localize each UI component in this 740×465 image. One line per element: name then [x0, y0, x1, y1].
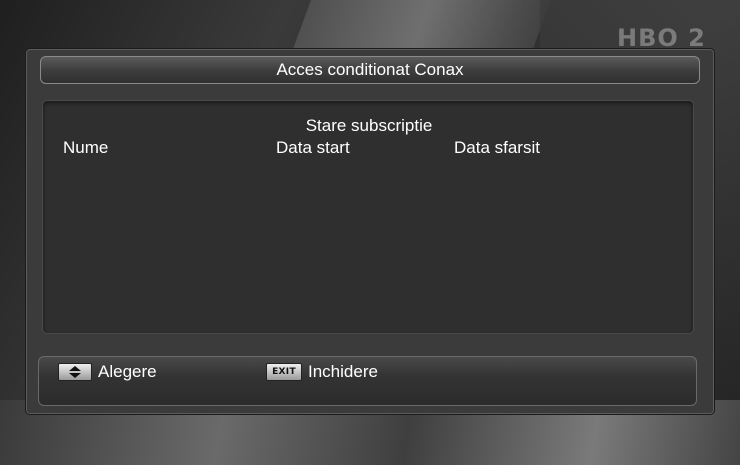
channel-logo: HBO 2 — [617, 24, 706, 52]
subscription-status-panel: Stare subscriptie Nume Data start Data s… — [42, 100, 694, 334]
exit-hint-label: Inchidere — [308, 362, 378, 381]
column-header-name: Nume — [63, 138, 109, 157]
dialog-title: Acces conditionat Conax — [40, 56, 700, 84]
select-hint-label: Alegere — [98, 362, 157, 381]
key-hint-bar: Alegere EXIT Inchidere — [38, 356, 697, 406]
up-down-arrow-icon — [58, 363, 92, 381]
column-header-start-date: Data start — [276, 138, 350, 157]
select-hint[interactable]: Alegere — [58, 361, 157, 383]
column-header-end-date: Data sfarsit — [454, 138, 540, 157]
subscription-status-heading: Stare subscriptie — [305, 116, 433, 135]
exit-key-icon: EXIT — [266, 363, 302, 381]
conax-access-dialog: Acces conditionat Conax Stare subscripti… — [26, 49, 714, 414]
exit-hint[interactable]: EXIT Inchidere — [266, 361, 378, 383]
